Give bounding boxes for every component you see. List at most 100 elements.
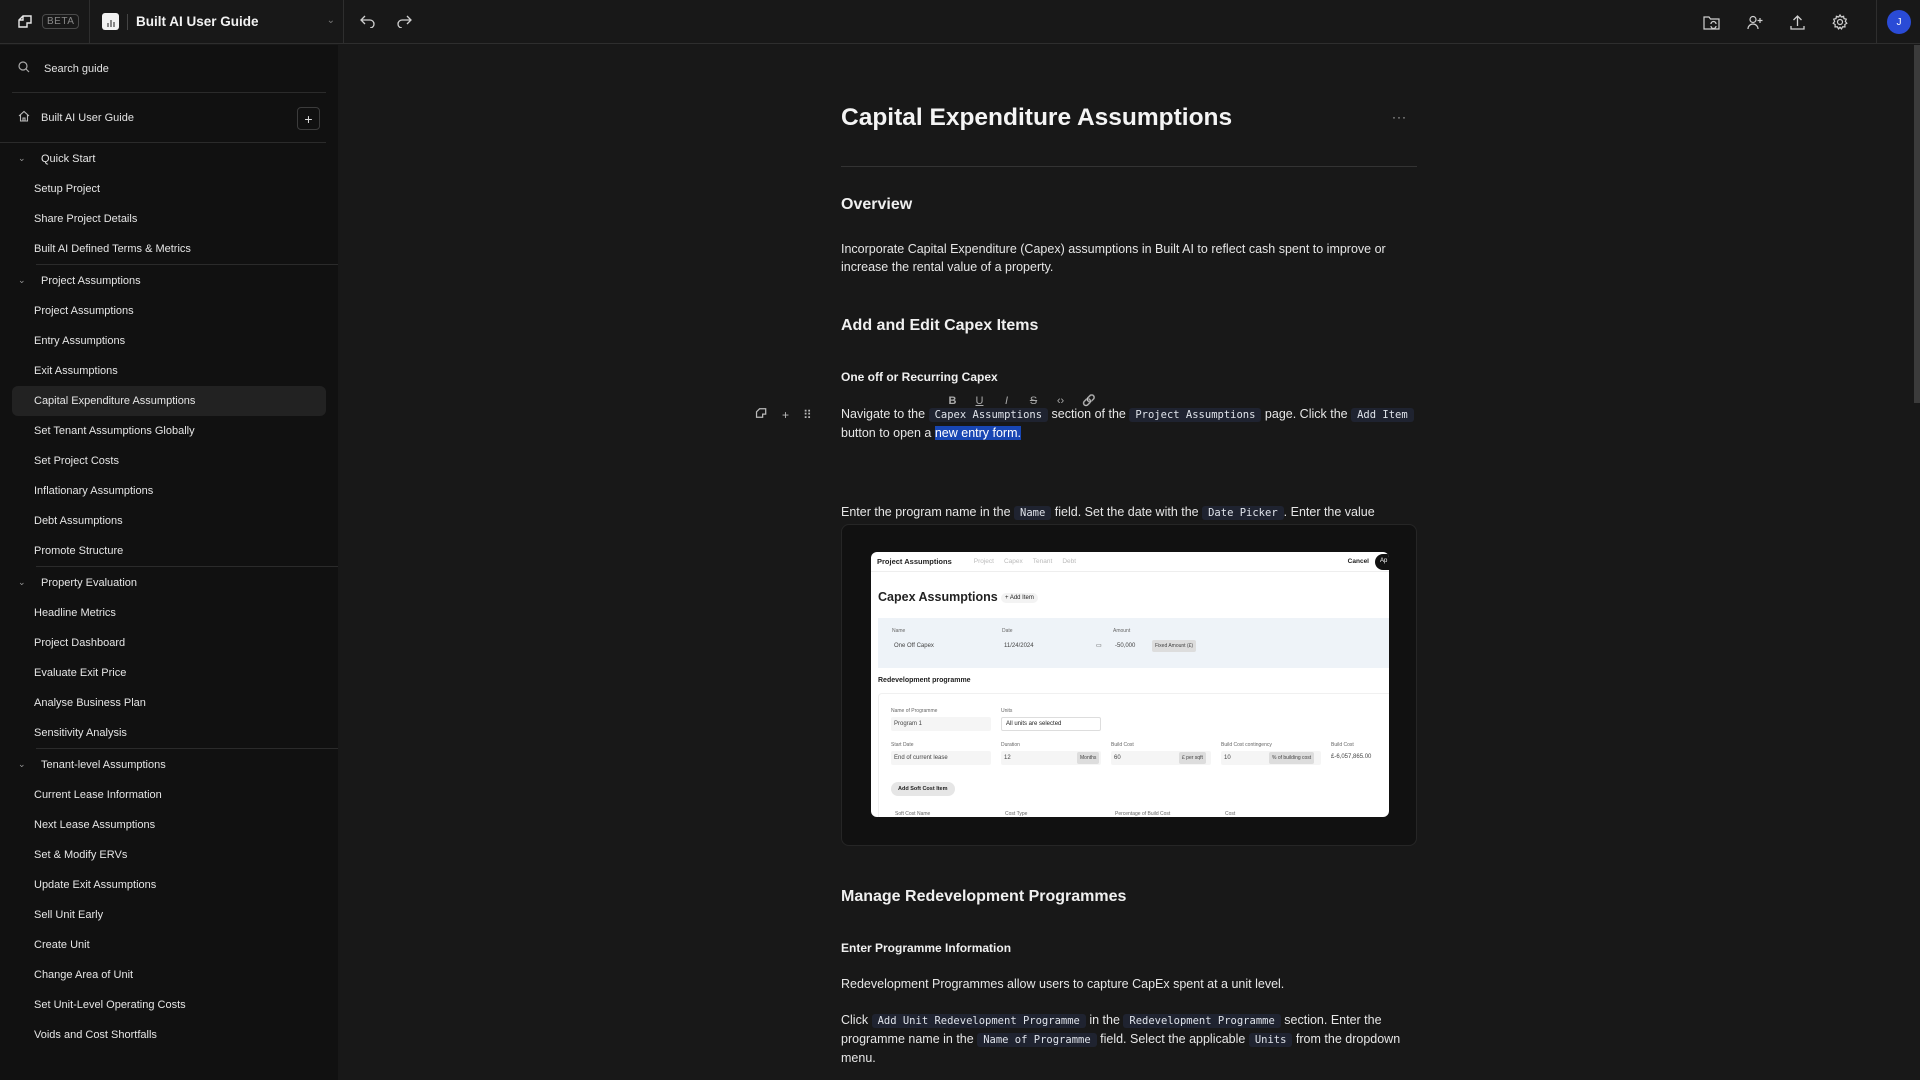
- inline-code: Date Picker: [1202, 506, 1284, 520]
- sidebar-item[interactable]: Exit Assumptions: [12, 356, 326, 386]
- sidebar-item[interactable]: Entry Assumptions: [12, 326, 326, 356]
- code-icon[interactable]: ‹›: [1055, 395, 1066, 407]
- undo-icon[interactable]: [360, 15, 375, 28]
- add-user-icon[interactable]: [1747, 15, 1763, 30]
- add-page-button[interactable]: +: [297, 107, 320, 130]
- strikethrough-icon[interactable]: S: [1028, 395, 1039, 407]
- embedded-tab: Project: [973, 558, 994, 565]
- settings-icon[interactable]: [1832, 14, 1848, 30]
- embedded-label: Duration: [1001, 742, 1020, 748]
- text: button to open a: [841, 426, 935, 440]
- sidebar-item[interactable]: Capital Expenditure Assumptions: [12, 386, 326, 416]
- sidebar-item[interactable]: Built AI Defined Terms & Metrics: [12, 234, 326, 264]
- chevron-down-icon[interactable]: ⌄: [18, 275, 27, 286]
- heading-overview[interactable]: Overview: [841, 196, 912, 214]
- selected-text: new entry form.: [934, 426, 1021, 440]
- scrollbar[interactable]: [1914, 45, 1920, 403]
- chevron-down-icon[interactable]: ⌄: [18, 577, 27, 588]
- sidebar-item[interactable]: Set Unit-Level Operating Costs: [12, 990, 326, 1020]
- sidebar-item[interactable]: Headline Metrics: [12, 598, 326, 628]
- paragraph-programmes[interactable]: Redevelopment Programmes allow users to …: [841, 975, 1417, 993]
- sidebar-group-label: Property Evaluation: [41, 576, 137, 589]
- sidebar-item[interactable]: Set Project Costs: [12, 446, 326, 476]
- divider: [127, 13, 128, 30]
- calendar-icon: ▭: [1096, 643, 1102, 649]
- heading-enter-programme[interactable]: Enter Programme Information: [841, 941, 1011, 955]
- more-options-icon[interactable]: ···: [1392, 110, 1407, 124]
- embedded-select: All units are selected: [1001, 717, 1101, 731]
- page-title[interactable]: Capital Expenditure Assumptions: [841, 104, 1232, 132]
- drag-handle-icon[interactable]: ⠿: [803, 408, 812, 422]
- chevron-down-icon[interactable]: ⌄: [18, 153, 27, 164]
- text: field. Select the applicable: [1096, 1032, 1249, 1046]
- sidebar: Search guide Built AI User Guide + ⌄ Quic…: [0, 45, 338, 1080]
- image-block[interactable]: Project Assumptions Project Capex Tenant…: [841, 524, 1417, 846]
- sidebar-item[interactable]: Share Project Details: [12, 204, 326, 234]
- sidebar-item[interactable]: Voids and Cost Shortfalls: [12, 1020, 326, 1050]
- sidebar-item[interactable]: Promote Structure: [12, 536, 326, 566]
- sidebar-home[interactable]: Built AI User Guide +: [0, 93, 326, 143]
- sidebar-item[interactable]: Project Dashboard: [12, 628, 326, 658]
- overview-paragraph[interactable]: Incorporate Capital Expenditure (Capex) …: [841, 240, 1417, 276]
- underline-icon[interactable]: U: [974, 395, 985, 407]
- avatar[interactable]: J: [1887, 10, 1911, 34]
- embedded-pill: % of building cost: [1269, 752, 1315, 764]
- heading-one-off[interactable]: One off or Recurring Capex: [841, 370, 998, 384]
- capex-screenshot: Project Assumptions Project Capex Tenant…: [871, 552, 1389, 817]
- paragraph-navigate[interactable]: Navigate to the Capex Assumptions sectio…: [841, 405, 1417, 442]
- text: section of the: [1048, 407, 1130, 421]
- embedded-label: Name of Programme: [891, 708, 938, 714]
- folder-sync-icon[interactable]: [1703, 15, 1720, 30]
- embedded-section: Redevelopment programme: [878, 677, 971, 684]
- sidebar-item[interactable]: Change Area of Unit: [12, 960, 326, 990]
- sidebar-group-header[interactable]: ⌄ Project Assumptions: [0, 265, 338, 296]
- sidebar-item[interactable]: Set Tenant Assumptions Globally: [12, 416, 326, 446]
- italic-icon[interactable]: I: [1001, 395, 1012, 407]
- sidebar-group-header[interactable]: ⌄ Quick Start: [0, 143, 338, 174]
- sidebar-item[interactable]: Next Lease Assumptions: [12, 810, 326, 840]
- sidebar-item[interactable]: Debt Assumptions: [12, 506, 326, 536]
- brand: BETA: [0, 0, 90, 44]
- search-placeholder: Search guide: [44, 62, 109, 75]
- paragraph-click[interactable]: Click Add Unit Redevelopment Programme i…: [841, 1011, 1417, 1067]
- sidebar-item[interactable]: Evaluate Exit Price: [12, 658, 326, 688]
- sidebar-item[interactable]: Inflationary Assumptions: [12, 476, 326, 506]
- sidebar-item[interactable]: Update Exit Assumptions: [12, 870, 326, 900]
- sidebar-item[interactable]: Create Unit: [12, 930, 326, 960]
- add-block-icon[interactable]: +: [782, 408, 789, 422]
- ai-assist-icon[interactable]: [755, 407, 768, 422]
- inline-code: Name of Programme: [977, 1033, 1097, 1047]
- sidebar-group-label: Quick Start: [41, 152, 96, 165]
- sidebar-group: ⌄ Tenant-level Assumptions Current Lease I…: [18, 749, 338, 1050]
- embedded-input: Program 1: [891, 717, 991, 731]
- embedded-cancel: Cancel: [1347, 558, 1369, 565]
- sidebar-item[interactable]: Setup Project: [12, 174, 326, 204]
- sidebar-item[interactable]: Project Assumptions: [12, 296, 326, 326]
- upload-icon[interactable]: [1790, 14, 1805, 30]
- embedded-value: 11/24/2024: [1004, 643, 1034, 649]
- sidebar-item[interactable]: Analyse Business Plan: [12, 688, 326, 718]
- sidebar-item[interactable]: Set & Modify ERVs: [12, 840, 326, 870]
- embedded-label: Amount: [1113, 628, 1131, 634]
- redo-icon[interactable]: [397, 15, 412, 28]
- chevron-down-icon[interactable]: ⌄: [327, 15, 335, 26]
- search-input[interactable]: Search guide: [12, 45, 326, 93]
- logo-icon[interactable]: [17, 14, 34, 29]
- document-switcher[interactable]: Built AI User Guide ⌄: [90, 0, 344, 44]
- embedded-label: Build Cost: [1331, 742, 1354, 748]
- home-label: Built AI User Guide: [41, 111, 134, 124]
- embedded-col: Percentage of Build Cost: [1115, 811, 1171, 817]
- sidebar-group-header[interactable]: ⌄ Tenant-level Assumptions: [0, 749, 338, 780]
- home-icon: [18, 109, 30, 127]
- heading-add-edit[interactable]: Add and Edit Capex Items: [841, 317, 1038, 335]
- embedded-col: Cost: [1225, 811, 1236, 817]
- sidebar-item[interactable]: Sell Unit Early: [12, 900, 326, 930]
- sidebar-item[interactable]: Current Lease Information: [12, 780, 326, 810]
- chevron-down-icon[interactable]: ⌄: [18, 759, 27, 770]
- embedded-col: Soft Cost Name: [895, 811, 931, 817]
- heading-manage[interactable]: Manage Redevelopment Programmes: [841, 888, 1126, 906]
- sidebar-group-header[interactable]: ⌄ Property Evaluation: [0, 567, 338, 598]
- bold-icon[interactable]: B: [947, 395, 958, 407]
- link-icon[interactable]: 🔗: [1082, 394, 1096, 407]
- sidebar-item[interactable]: Sensitivity Analysis: [12, 718, 326, 748]
